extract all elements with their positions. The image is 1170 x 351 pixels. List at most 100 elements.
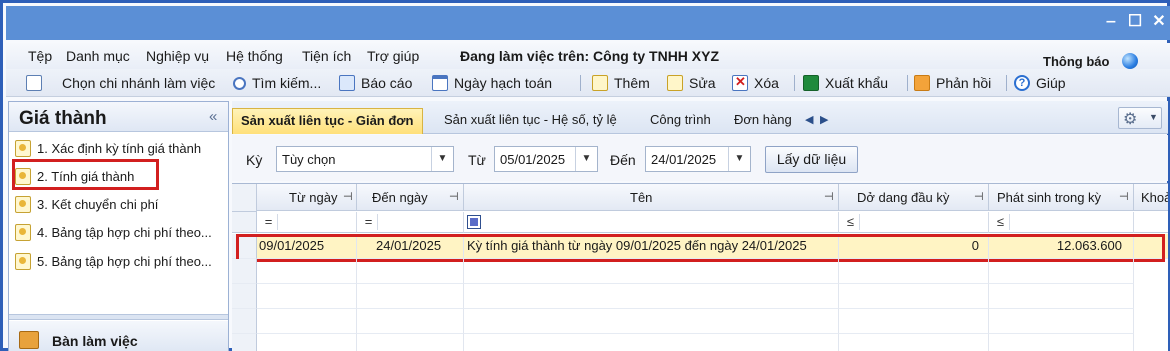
toolbar-separator: [907, 75, 908, 91]
to-date-value: 24/01/2025: [651, 152, 717, 167]
tab-bar: Sản xuất liên tục - Giản đơn Sản xuất li…: [232, 101, 1168, 134]
row-indicator: [232, 259, 257, 284]
notification-button[interactable]: Thông báo: [1043, 54, 1109, 69]
feedback-button[interactable]: Phản hồi: [914, 73, 991, 93]
filter-cell-to[interactable]: =: [357, 212, 464, 233]
nav-item-transfer-cost[interactable]: 3. Kết chuyển chi phí: [15, 193, 225, 215]
filter-cell-opening[interactable]: ≤: [839, 212, 989, 233]
menu-catalog[interactable]: Danh mục: [66, 48, 130, 64]
tab-construction[interactable]: Công trình: [642, 108, 719, 134]
nav-item-define-period[interactable]: 1. Xác định kỳ tính giá thành: [15, 137, 225, 159]
globe-icon[interactable]: [1122, 53, 1138, 69]
nav-item-cost-summary-4[interactable]: 4. Bảng tập hợp chi phí theo...: [15, 221, 225, 243]
from-date-field[interactable]: 05/01/2025 ▼: [494, 146, 598, 172]
menu-utilities[interactable]: Tiện ích: [302, 48, 351, 64]
help-button[interactable]: ? Giúp: [1014, 73, 1066, 93]
delete-label: Xóa: [754, 75, 779, 91]
load-data-button[interactable]: Lấy dữ liệu: [765, 146, 858, 173]
delete-icon: [732, 74, 748, 91]
period-select[interactable]: Tùy chọn ▼: [276, 146, 454, 172]
pin-icon[interactable]: ⊣: [1119, 184, 1129, 211]
toolbar-separator: [794, 75, 795, 91]
filter-operator-icon[interactable]: [467, 215, 481, 229]
search-button[interactable]: Tìm kiếm...: [233, 73, 321, 93]
posting-date-button[interactable]: Ngày hạch toán: [432, 73, 552, 93]
pin-icon[interactable]: ⊣: [449, 184, 459, 211]
tab-coefficient-ratio[interactable]: Sản xuất liên tục - Hệ số, tỷ lệ: [436, 108, 625, 134]
left-panel-header: Giá thành «: [9, 102, 228, 132]
tab-simple-continuous[interactable]: Sản xuất liên tục - Giản đơn: [232, 108, 423, 134]
export-button[interactable]: Xuất khẩu: [803, 73, 888, 93]
highlight-box: [236, 234, 1165, 262]
column-header-label: Dở dang đầu kỳ: [857, 190, 950, 205]
chevron-down-icon: ▼: [1149, 112, 1158, 122]
menu-system[interactable]: Hệ thống: [226, 48, 283, 64]
pin-icon[interactable]: ⊣: [824, 184, 834, 211]
nav-item-label: 4. Bảng tập hợp chi phí theo...: [37, 224, 212, 240]
help-label: Giúp: [1036, 75, 1066, 91]
settings-button[interactable]: ⚙ ▼: [1118, 107, 1162, 129]
cost-period-grid: Từ ngày ⊣ Đến ngày ⊣ Tên ⊣ Dở dang đầu k…: [232, 183, 1168, 351]
close-button[interactable]: ✕: [1148, 10, 1170, 34]
filter-cell-incurred[interactable]: ≤: [989, 212, 1134, 233]
column-header-to[interactable]: Đến ngày ⊣: [357, 184, 464, 211]
document-icon: [15, 252, 31, 270]
empty-cell: [989, 259, 1134, 284]
menu-file[interactable]: Tệp: [28, 48, 52, 64]
nav-item-label: 3. Kết chuyển chi phí: [37, 196, 159, 212]
tab-orders[interactable]: Đơn hàng: [726, 108, 800, 134]
filter-operator[interactable]: =: [360, 214, 378, 230]
from-label: Từ: [468, 152, 486, 168]
desktop-shortcut[interactable]: Bàn làm việc: [9, 321, 228, 351]
filter-operator[interactable]: ≤: [842, 214, 860, 230]
column-header-label: Từ ngày: [289, 190, 338, 205]
maximize-button[interactable]: ☐: [1124, 10, 1146, 34]
document-icon: [26, 75, 42, 91]
chevron-down-icon[interactable]: ▼: [575, 147, 597, 171]
filter-row-indicator: [232, 212, 257, 233]
report-button[interactable]: Báo cáo: [339, 73, 412, 93]
edit-button[interactable]: Sửa: [667, 73, 716, 93]
toolbar-separator: [580, 75, 581, 91]
delete-button[interactable]: Xóa: [732, 73, 779, 93]
to-date-field[interactable]: 24/01/2025 ▼: [645, 146, 751, 172]
column-header-remaining[interactable]: Khoả: [1134, 184, 1168, 211]
empty-cell: [357, 334, 464, 351]
filter-cell-from[interactable]: =: [257, 212, 357, 233]
excel-icon: [803, 75, 819, 91]
add-button[interactable]: Thêm: [592, 73, 650, 93]
column-header-label: Khoả: [1141, 190, 1168, 205]
chevron-down-icon[interactable]: ▼: [728, 147, 750, 171]
panel-splitter[interactable]: [9, 314, 228, 320]
from-date-value: 05/01/2025: [500, 152, 566, 167]
edit-label: Sửa: [689, 75, 716, 91]
filter-cell-remaining[interactable]: [1134, 212, 1168, 233]
column-header-opening[interactable]: Dở dang đầu kỳ ⊣: [839, 184, 989, 211]
minimize-button[interactable]: ‒: [1100, 10, 1122, 34]
period-value: Tùy chọn: [282, 152, 336, 167]
row-indicator: [232, 284, 257, 309]
mail-icon: [914, 75, 930, 91]
menu-help[interactable]: Trợ giúp: [367, 48, 419, 64]
report-label: Báo cáo: [361, 75, 413, 91]
tab-prev-icon[interactable]: ◀: [805, 113, 813, 126]
collapse-icon[interactable]: «: [209, 108, 217, 125]
choose-branch-button[interactable]: Chọn chi nhánh làm việc: [26, 73, 215, 93]
desktop-label: Bàn làm việc: [52, 333, 138, 349]
search-label: Tìm kiếm...: [252, 75, 322, 91]
column-header-from[interactable]: Từ ngày ⊣: [257, 184, 357, 211]
tab-next-icon[interactable]: ▶: [820, 113, 828, 126]
nav-item-label: 1. Xác định kỳ tính giá thành: [37, 140, 202, 156]
filter-operator[interactable]: ≤: [992, 214, 1010, 230]
column-header-name[interactable]: Tên ⊣: [464, 184, 839, 211]
highlight-box: [12, 159, 159, 190]
nav-item-cost-summary-5[interactable]: 5. Bảng tập hợp chi phí theo...: [15, 250, 225, 272]
menu-operations[interactable]: Nghiệp vụ: [146, 48, 209, 64]
filter-operator[interactable]: =: [260, 214, 278, 230]
pin-icon[interactable]: ⊣: [343, 184, 353, 211]
pin-icon[interactable]: ⊣: [974, 184, 984, 211]
working-company: Đang làm việc trên: Công ty TNHH XYZ: [460, 48, 720, 64]
column-header-incurred[interactable]: Phát sinh trong kỳ ⊣: [989, 184, 1134, 211]
filter-cell-name[interactable]: [464, 212, 839, 233]
chevron-down-icon[interactable]: ▼: [431, 147, 453, 171]
